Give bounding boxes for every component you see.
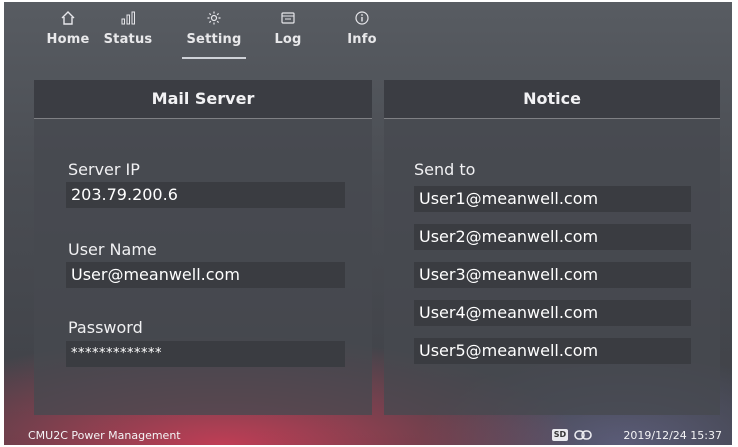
home-icon [61,11,75,25]
status-bar: CMU2C Power Management SD 2019/12/24 15:… [4,426,732,445]
mail-server-title: Mail Server [34,80,372,119]
log-icon [281,12,295,24]
notice-panel: Notice Send to User1@meanwell.com User2@… [384,80,720,415]
password-label: Password [68,318,143,337]
recipient-field-5[interactable]: User5@meanwell.com [414,338,691,364]
send-to-label: Send to [414,160,476,179]
device-screen: Home Status Setting Log Info Mail Server… [4,2,732,445]
server-ip-field[interactable]: 203.79.200.6 [66,182,345,208]
notice-title: Notice [384,80,720,119]
mail-server-panel: Mail Server Server IP 203.79.200.6 User … [34,80,372,415]
gear-icon [207,11,221,25]
nav-info-label: Info [347,32,377,47]
nav-status[interactable]: Status [98,8,158,58]
nav-log-label: Log [274,32,302,47]
nav-log[interactable]: Log [258,8,318,58]
nav-info[interactable]: Info [332,8,392,58]
user-name-label: User Name [68,240,157,259]
network-link-icon [574,430,592,440]
app-name: CMU2C Power Management [28,429,181,442]
recipient-field-3[interactable]: User3@meanwell.com [414,262,691,288]
nav-home-label: Home [46,32,90,47]
password-field[interactable]: ************* [66,341,345,367]
nav-setting-label: Setting [186,32,242,47]
datetime: 2019/12/24 15:37 [623,429,722,442]
status-bars-icon [121,11,135,25]
server-ip-label: Server IP [68,160,140,179]
nav-home[interactable]: Home [38,8,98,58]
recipient-field-1[interactable]: User1@meanwell.com [414,186,691,212]
nav-status-label: Status [103,32,153,47]
nav-setting[interactable]: Setting [182,8,246,59]
sd-card-icon: SD [552,429,568,441]
top-nav: Home Status Setting Log Info [4,2,732,62]
info-icon [355,11,369,25]
user-name-field[interactable]: User@meanwell.com [66,262,345,288]
active-tab-indicator [182,57,246,59]
recipient-field-2[interactable]: User2@meanwell.com [414,224,691,250]
recipient-field-4[interactable]: User4@meanwell.com [414,300,691,326]
